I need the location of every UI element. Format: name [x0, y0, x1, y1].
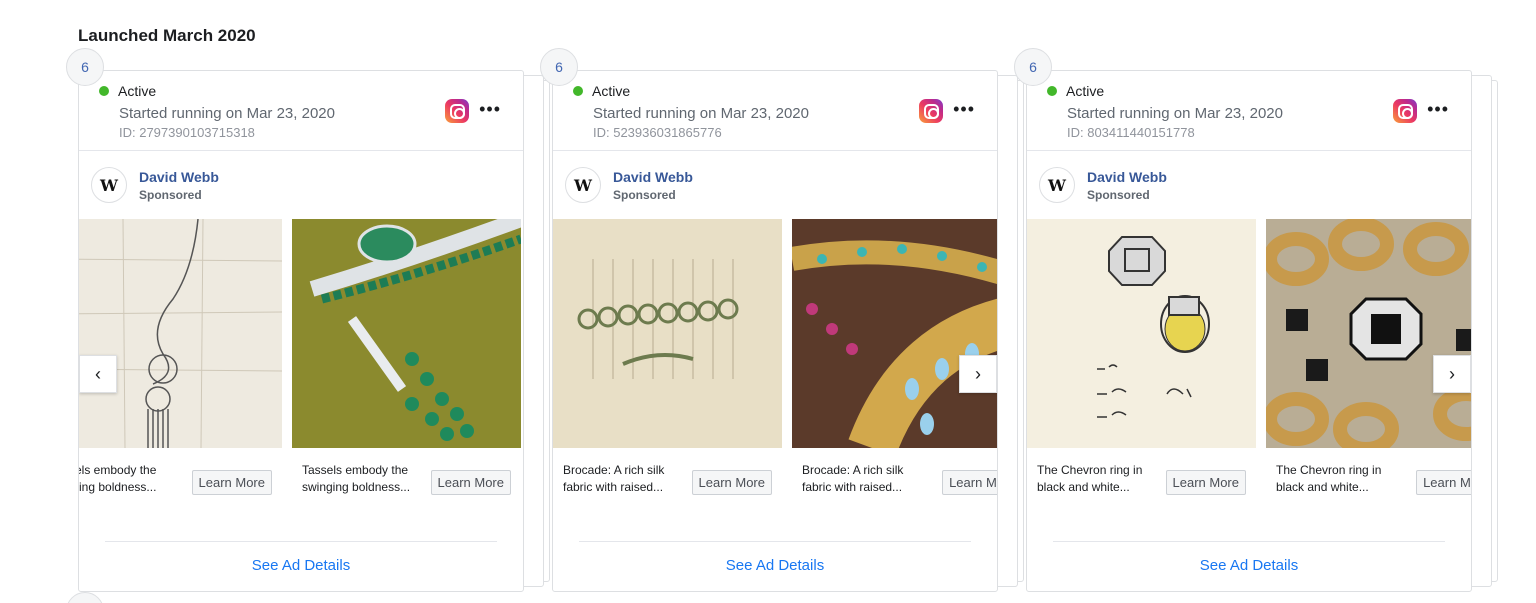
ad-card: Active Started running on Mar 23, 2020 I… [1026, 70, 1472, 592]
status-row: Active [1047, 82, 1471, 100]
advertiser-row: W David Webb Sponsored [79, 151, 523, 219]
active-status-dot [1047, 86, 1057, 96]
advertiser-name[interactable]: David Webb [1087, 169, 1167, 185]
instagram-icon [919, 99, 943, 123]
section-title: Launched March 2020 [78, 26, 256, 45]
jewelry-sketch-image[interactable] [79, 219, 282, 448]
ad-card-1: Active Started running on Mar 23, 2020 I… [66, 48, 550, 600]
advertiser-name[interactable]: David Webb [139, 169, 219, 185]
see-ad-details-link[interactable]: See Ad Details [726, 557, 824, 574]
slide-caption: Brocade: A rich silk fabric with raised.… [563, 463, 665, 494]
ad-count-badge[interactable]: 6 [1014, 48, 1052, 86]
carousel: Brocade: A rich silk fabric with raised.… [553, 219, 997, 519]
avatar[interactable]: W [1039, 167, 1075, 203]
avatar[interactable]: W [91, 167, 127, 203]
learn-more-button[interactable]: Learn Mo [1416, 470, 1471, 495]
see-ad-details-link[interactable]: See Ad Details [252, 557, 350, 574]
see-ad-details-link[interactable]: See Ad Details [1200, 557, 1298, 574]
ad-card-2: Active Started running on Mar 23, 2020 I… [540, 48, 1024, 600]
ad-count-badge[interactable]: 6 [66, 48, 104, 86]
learn-more-button[interactable]: Learn More [430, 470, 511, 495]
carousel-slide: Tassels embody the swinging boldness... … [292, 219, 521, 519]
active-status-dot [573, 86, 583, 96]
ad-card: Active Started running on Mar 23, 2020 I… [552, 70, 998, 592]
advertiser-name[interactable]: David Webb [613, 169, 693, 185]
ad-count-badge[interactable]: 6 [540, 48, 578, 86]
learn-more-button[interactable]: Learn More [191, 470, 272, 495]
carousel: The Chevron ring in black and white... L… [1027, 219, 1471, 519]
active-status-dot [99, 86, 109, 96]
more-options-icon[interactable]: ••• [1427, 99, 1449, 119]
learn-more-button[interactable]: Learn Mo [942, 470, 997, 495]
slide-caption: The Chevron ring in black and white... [1276, 463, 1382, 494]
ad-id: ID: 523936031865776 [593, 125, 722, 140]
card-header: Active Started running on Mar 23, 2020 I… [553, 71, 997, 151]
slide-caption: Brocade: A rich silk fabric with raised.… [802, 463, 904, 494]
status-label: Active [592, 83, 631, 99]
chevron-ring-photo-image[interactable] [1266, 219, 1471, 448]
slide-caption: Tassels embody the swinging boldness... [302, 463, 411, 494]
card-footer: See Ad Details [105, 541, 497, 575]
slide-caption: ssels embody the inging boldness... [79, 463, 157, 494]
ad-id: ID: 2797390103715318 [119, 125, 255, 140]
carousel-next-button[interactable]: › [1433, 355, 1471, 393]
learn-more-button[interactable]: Learn More [691, 470, 772, 495]
avatar[interactable]: W [565, 167, 601, 203]
sponsored-label: Sponsored [139, 187, 202, 202]
colorful-bracelet-image[interactable] [792, 219, 997, 448]
ad-card: Active Started running on Mar 23, 2020 I… [78, 70, 524, 592]
advertiser-row: W David Webb Sponsored [1027, 151, 1471, 219]
carousel-prev-button[interactable]: ‹ [79, 355, 117, 393]
emerald-necklace-image[interactable] [292, 219, 521, 448]
more-options-icon[interactable]: ••• [953, 99, 975, 119]
instagram-icon [445, 99, 469, 123]
more-options-icon[interactable]: ••• [479, 99, 501, 119]
learn-more-button[interactable]: Learn More [1165, 470, 1246, 495]
status-label: Active [118, 83, 157, 99]
status-row: Active [573, 82, 997, 100]
sponsored-label: Sponsored [1087, 187, 1150, 202]
card-header: Active Started running on Mar 23, 2020 I… [1027, 71, 1471, 151]
carousel-slide: The Chevron ring in black and white... L… [1027, 219, 1256, 519]
advertiser-row: W David Webb Sponsored [553, 151, 997, 219]
ad-card-3: Active Started running on Mar 23, 2020 I… [1014, 48, 1498, 600]
card-footer: See Ad Details [579, 541, 971, 575]
status-row: Active [99, 82, 523, 100]
carousel-slide: Brocade: A rich silk fabric with raised.… [553, 219, 782, 519]
sponsored-label: Sponsored [613, 187, 676, 202]
slide-caption: The Chevron ring in black and white... [1037, 463, 1143, 494]
card-footer: See Ad Details [1053, 541, 1445, 575]
instagram-icon [1393, 99, 1417, 123]
status-label: Active [1066, 83, 1105, 99]
carousel: ssels embody the inging boldness... Lear… [79, 219, 523, 519]
carousel-next-button[interactable]: › [959, 355, 997, 393]
card-header: Active Started running on Mar 23, 2020 I… [79, 71, 523, 151]
chevron-ring-sketch-image[interactable] [1027, 219, 1256, 448]
brocade-sketch-image[interactable] [553, 219, 782, 448]
ad-id: ID: 803411440151778 [1067, 125, 1195, 140]
